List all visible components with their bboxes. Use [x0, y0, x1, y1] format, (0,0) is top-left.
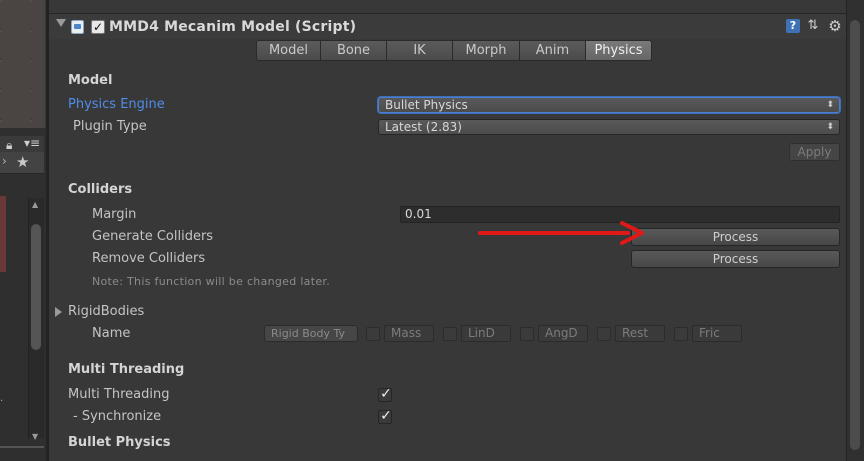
remove-colliders-process-button[interactable]: Process: [631, 250, 840, 268]
lock-icon[interactable]: 🔒︎: [6, 138, 12, 153]
tab-model[interactable]: Model: [256, 40, 321, 61]
lind-field[interactable]: LinD: [461, 325, 511, 342]
rigidbodies-heading[interactable]: RigidBodies: [68, 304, 144, 319]
bullet-physics-section-heading: Bullet Physics: [68, 435, 171, 450]
chevron-right-icon[interactable]: ›: [2, 154, 7, 168]
generate-colliders-process-button[interactable]: Process: [631, 228, 840, 246]
left-divider-line: [0, 446, 44, 448]
plugin-type-dropdown[interactable]: Latest (2.83) ⬍: [378, 119, 840, 135]
multi-threading-label: Multi Threading: [68, 387, 170, 402]
synchronize-label: - Synchronize: [73, 409, 162, 424]
rigidbody-type-dropdown[interactable]: Rigid Body Ty: [264, 325, 358, 342]
rigidbodies-foldout-icon[interactable]: [55, 307, 62, 317]
remove-colliders-label: Remove Colliders: [92, 251, 206, 266]
tab-anim[interactable]: Anim: [520, 40, 586, 61]
colliders-note: Note: This function will be changed late…: [92, 275, 331, 288]
help-icon[interactable]: ?: [786, 19, 800, 33]
rigidbody-name-label: Name: [92, 326, 131, 341]
mass-checkbox[interactable]: [366, 327, 380, 341]
component-enabled-checkbox[interactable]: ✓: [91, 20, 105, 34]
star-icon[interactable]: ★: [16, 153, 29, 171]
tab-morph[interactable]: Morph: [453, 40, 520, 61]
lind-checkbox[interactable]: [443, 327, 457, 341]
plugin-type-label: Plugin Type: [73, 119, 147, 134]
multi-threading-checkbox[interactable]: [378, 386, 393, 402]
fric-field[interactable]: Fric: [692, 325, 742, 342]
asset-thumbnail[interactable]: [0, 196, 6, 272]
tab-physics[interactable]: Physics: [586, 40, 652, 61]
margin-label: Margin: [92, 207, 137, 222]
tab-bone[interactable]: Bone: [321, 40, 387, 61]
tab-ik[interactable]: IK: [387, 40, 453, 61]
apply-button[interactable]: Apply: [789, 143, 840, 161]
fric-checkbox[interactable]: [674, 327, 688, 341]
annotation-arrow-shaft: [478, 231, 630, 235]
model-section-heading: Model: [68, 73, 113, 88]
scene-view-fragment: [0, 0, 45, 128]
rest-field[interactable]: Rest: [615, 325, 665, 342]
menu-icon[interactable]: ▾≡: [24, 136, 40, 150]
annotation-arrow-head: [620, 221, 644, 245]
angd-field[interactable]: AngD: [538, 325, 588, 342]
physics-engine-dropdown[interactable]: Bullet Physics ⬍: [378, 97, 840, 113]
gear-icon[interactable]: ⚙: [826, 17, 844, 35]
multithreading-section-heading: Multi Threading: [68, 362, 185, 377]
inspector-scrollbar-thumb[interactable]: [850, 20, 860, 450]
preset-icon[interactable]: ⇅: [806, 18, 820, 34]
scroll-down-arrow-icon[interactable]: ▼: [32, 432, 38, 441]
component-title: MMD4 Mecanim Model (Script): [109, 19, 357, 35]
dropdown-arrows-icon: ⬍: [826, 122, 834, 132]
left-panel-marker: ·: [0, 396, 4, 407]
generate-colliders-label: Generate Colliders: [92, 229, 214, 244]
physics-engine-label: Physics Engine: [68, 97, 165, 112]
angd-checkbox[interactable]: [520, 327, 534, 341]
colliders-section-heading: Colliders: [68, 182, 133, 197]
foldout-arrow-icon[interactable]: [56, 19, 66, 27]
script-icon: [71, 20, 84, 34]
favorites-row: › ★: [0, 152, 44, 174]
tab-bar: Model Bone IK Morph Anim Physics: [256, 40, 652, 61]
dropdown-arrows-icon: ⬍: [826, 100, 834, 110]
left-scrollbar-thumb[interactable]: [31, 224, 41, 350]
synchronize-checkbox[interactable]: [378, 408, 393, 424]
physics-engine-value: Bullet Physics: [385, 98, 468, 112]
mass-field[interactable]: Mass: [384, 325, 434, 342]
plugin-type-value: Latest (2.83): [385, 120, 462, 134]
scroll-up-arrow-icon[interactable]: ▲: [32, 200, 38, 209]
rest-checkbox[interactable]: [597, 327, 611, 341]
